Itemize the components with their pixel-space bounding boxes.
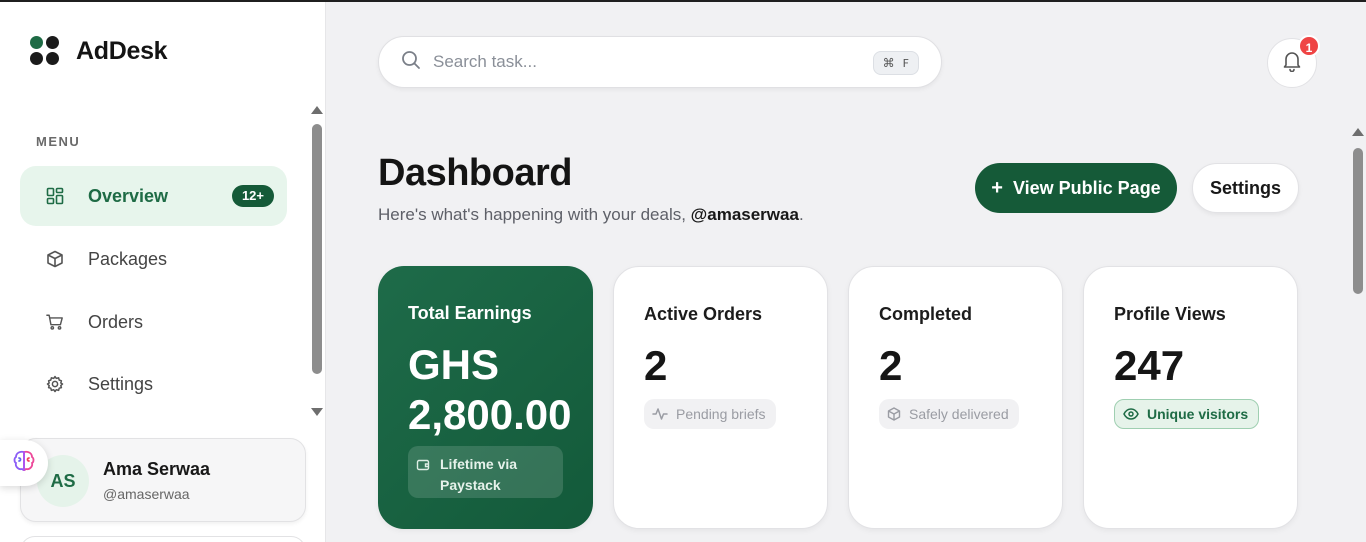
user-handle: @amaserwaa	[103, 486, 190, 502]
card-title: Profile Views	[1114, 304, 1226, 324]
cart-icon	[46, 313, 64, 331]
card-title: Total Earnings	[408, 303, 532, 323]
card-note: Lifetime via Paystack	[408, 446, 563, 498]
box-icon	[46, 250, 64, 268]
overview-count-badge: 12+	[231, 185, 274, 207]
settings-button[interactable]: Settings	[1192, 163, 1299, 213]
active-orders-card[interactable]: Active Orders 2 Pending briefs	[613, 266, 828, 529]
brain-icon	[11, 448, 37, 479]
card-title: Active Orders	[644, 304, 763, 324]
keyboard-shortcut-hint: ⌘ F	[872, 51, 919, 75]
scrollbar-thumb[interactable]	[312, 124, 322, 374]
profile-views-card[interactable]: Profile Views 247 Unique visitors	[1083, 266, 1298, 529]
package-check-icon	[887, 407, 901, 421]
view-public-page-button[interactable]: + View Public Page	[975, 163, 1177, 213]
sidebar-scrollbar[interactable]	[311, 106, 323, 416]
subtitle-handle: @amaserwaa	[690, 205, 799, 224]
card-value: 247	[1114, 342, 1185, 389]
sidebar-item-settings[interactable]: Settings	[20, 354, 287, 414]
card-value: 2	[644, 342, 668, 389]
card-title: Completed	[879, 304, 973, 324]
subtitle-text: Here's what's happening with your deals,	[378, 205, 691, 224]
completed-card[interactable]: Completed 2 Safely delivered	[848, 266, 1063, 529]
page-subtitle: Here's what's happening with your deals,…	[378, 205, 804, 225]
user-profile-card[interactable]: AS Ama Serwaa @amaserwaa	[20, 438, 306, 522]
eye-icon	[1123, 408, 1139, 420]
total-earnings-card[interactable]: Total Earnings GHS 2,800.00 Lifetime via…	[378, 266, 593, 529]
scrollbar-thumb[interactable]	[1353, 148, 1363, 294]
card-note: Unique visitors	[1114, 399, 1260, 429]
wallet-icon	[416, 458, 430, 472]
grid-icon	[46, 187, 64, 205]
logo-dots-icon	[30, 36, 60, 66]
sidebar-item-label: Overview	[88, 185, 169, 206]
card-note-text: Unique visitors	[1147, 406, 1249, 422]
scroll-up-arrow-icon[interactable]	[1352, 128, 1364, 136]
card-note-text: Pending briefs	[676, 406, 766, 422]
scroll-up-arrow-icon[interactable]	[311, 106, 323, 114]
card-note-text: Safely delivered	[909, 406, 1009, 422]
card-note: Pending briefs	[644, 399, 776, 429]
subtitle-suffix: .	[798, 205, 804, 224]
assistant-brain-button[interactable]	[0, 440, 48, 486]
sidebar-item-label: Orders	[88, 311, 144, 332]
sidebar: AdDesk MENU Overview 12+ Packages Orders…	[0, 2, 326, 542]
sidebar-item-orders[interactable]: Orders	[20, 292, 287, 352]
button-label: View Public Page	[1012, 177, 1161, 198]
card-value: 2	[879, 342, 903, 389]
card-note: Safely delivered	[879, 399, 1019, 429]
menu-section-label: MENU	[36, 134, 81, 149]
plus-icon: +	[991, 176, 1003, 199]
scroll-down-arrow-icon[interactable]	[311, 408, 323, 416]
search-icon	[401, 50, 421, 75]
app-logo[interactable]: AdDesk	[30, 36, 168, 66]
sidebar-item-label: Packages	[88, 248, 168, 269]
window-top-border	[0, 0, 1366, 2]
notification-count-badge: 1	[1298, 35, 1320, 57]
sidebar-footer-card[interactable]	[20, 536, 306, 542]
sidebar-item-overview[interactable]: Overview 12+	[20, 166, 287, 226]
search-input[interactable]	[433, 52, 853, 72]
card-value: GHS 2,800.00	[408, 341, 572, 438]
user-name: Ama Serwaa	[103, 459, 211, 479]
sidebar-item-label: Settings	[88, 373, 154, 394]
page-title: Dashboard	[378, 152, 572, 194]
activity-icon	[652, 407, 668, 421]
bell-icon	[1282, 50, 1302, 77]
main-scrollbar[interactable]	[1352, 128, 1364, 542]
app-name: AdDesk	[76, 36, 168, 65]
command-key-icon: ⌘	[882, 56, 895, 70]
card-note-text: Lifetime via Paystack	[440, 456, 518, 493]
search-bar[interactable]: ⌘F	[378, 36, 942, 88]
sidebar-item-packages[interactable]: Packages	[20, 229, 287, 289]
shortcut-key: F	[902, 57, 909, 70]
gear-icon	[46, 375, 64, 393]
